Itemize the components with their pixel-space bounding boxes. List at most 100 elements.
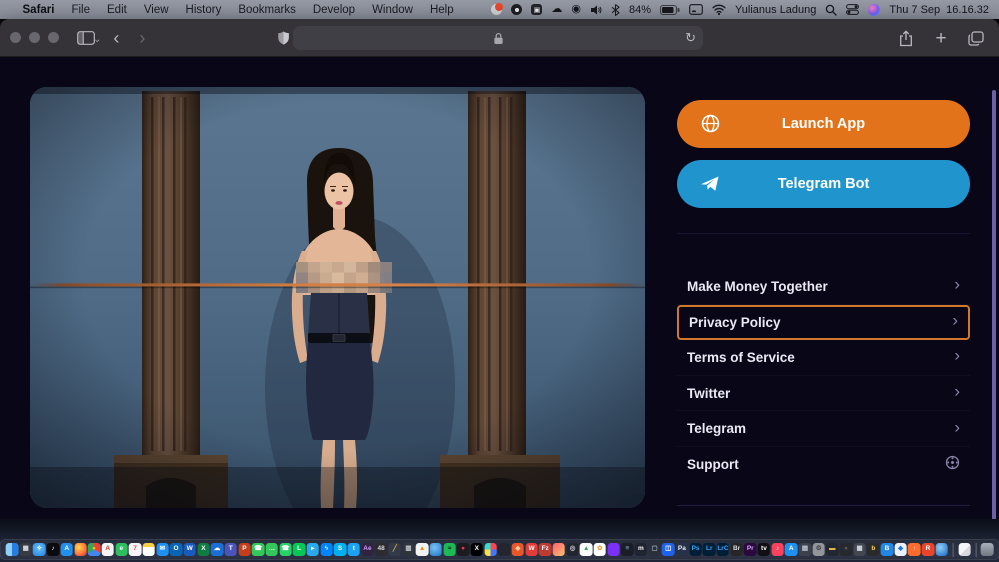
dock-icon-blue-globe[interactable] <box>430 543 442 555</box>
dock-icon-parallels[interactable]: Pa <box>676 543 688 555</box>
dock-icon-apple-music[interactable]: ♪ <box>771 543 783 555</box>
dock-icon-dark-circle[interactable]: ● <box>840 543 852 555</box>
dock-icon-finder[interactable] <box>6 543 18 555</box>
dock-icon-music-dark[interactable]: ● <box>457 543 469 555</box>
dock-icon-window-app[interactable]: ▢ <box>648 543 660 555</box>
spotlight-search-icon[interactable] <box>825 3 837 16</box>
dock-icon-archive[interactable]: ▬ <box>826 543 838 555</box>
dock-icon-midi-keys[interactable]: ▥ <box>402 543 414 555</box>
menu-item-support[interactable]: Support <box>677 447 970 483</box>
dock-icon-wps[interactable]: W <box>525 543 537 555</box>
dock-icon-excel[interactable]: X <box>197 543 209 555</box>
menu-item-twitter[interactable]: Twitter › <box>677 376 970 412</box>
dock-icon-skype[interactable]: S <box>334 543 346 555</box>
dock-icon-bridge[interactable]: Br <box>730 543 742 555</box>
menubar-item[interactable]: File <box>63 4 99 16</box>
back-button[interactable]: ‹ <box>103 25 129 51</box>
dock-icon-flame[interactable]: ◆ <box>512 543 524 555</box>
dock-icon-shield-app[interactable]: ◆ <box>894 543 906 555</box>
dock-icon-spotify[interactable]: ≈ <box>443 543 455 555</box>
minimize-window-button[interactable] <box>29 32 40 43</box>
dock-icon-r-app[interactable]: R <box>922 543 934 555</box>
dock-icon-outlook[interactable]: O <box>170 543 182 555</box>
dock-icon-word[interactable]: W <box>184 543 196 555</box>
dock-icon-obs[interactable]: ◎ <box>566 543 578 555</box>
bluetooth-icon[interactable] <box>611 3 620 16</box>
dock-icon-mattermost[interactable]: m <box>635 543 647 555</box>
dock-icon-chrome[interactable]: ● <box>88 543 100 555</box>
home-app-menu-icon[interactable]: ▣ <box>531 4 542 15</box>
dock-icon-earth-app[interactable] <box>935 543 947 555</box>
menu-item-telegram[interactable]: Telegram › <box>677 411 970 447</box>
menubar-item[interactable]: History <box>177 4 230 16</box>
dock-icon-capcut[interactable] <box>553 543 565 555</box>
screen-record-icon[interactable] <box>491 4 502 15</box>
dock-icon-telegram[interactable]: ▸ <box>307 543 319 555</box>
dock-icon-evernote[interactable]: e <box>115 543 127 555</box>
dock-icon-share-app[interactable]: ↑ <box>908 543 920 555</box>
dock-icon-after-effects[interactable]: Ae <box>361 543 373 555</box>
forward-button[interactable]: › <box>129 25 155 51</box>
dock-icon-downloads-doc[interactable] <box>958 543 970 555</box>
dock-icon-bluetooth-app[interactable]: B <box>881 543 893 555</box>
dock-icon-premiere[interactable]: Pr <box>744 543 756 555</box>
dock-icon-teams[interactable]: T <box>225 543 237 555</box>
dock-icon-messenger[interactable]: ϟ <box>320 543 332 555</box>
menubar-clock[interactable]: Thu 7 Sep 16.16.32 <box>889 4 989 16</box>
dock-icon-photoshop[interactable]: Ps <box>689 543 701 555</box>
dock-icon-acrobat[interactable]: A <box>101 543 113 555</box>
dock-icon-lightroom-classic[interactable]: LrC <box>717 543 729 555</box>
dock-icon-tiktok[interactable]: ♪ <box>47 543 59 555</box>
dock-icon-system-settings[interactable]: ⚙ <box>812 543 824 555</box>
menubar-item[interactable]: Window <box>364 4 422 16</box>
volume-icon[interactable] <box>590 3 602 16</box>
display-menu-icon[interactable] <box>689 3 703 16</box>
dock-icon-purple-app[interactable] <box>607 543 619 555</box>
cloud-sync-icon[interactable]: ☁ <box>551 3 562 16</box>
address-bar[interactable]: ↻ <box>293 26 703 50</box>
dock-icon-launchpad[interactable]: ▦ <box>19 543 31 555</box>
zoom-window-button[interactable] <box>48 32 59 43</box>
dock-icon-mail[interactable]: ✉ <box>156 543 168 555</box>
dock-icon-safari[interactable]: ✧ <box>33 543 45 555</box>
menubar-item[interactable]: Edit <box>99 4 136 16</box>
menubar-item[interactable]: View <box>135 4 177 16</box>
tab-overview-icon[interactable] <box>963 25 989 51</box>
dock-icon-stripes-app[interactable]: ≡ <box>621 543 633 555</box>
menubar-item[interactable]: Help <box>421 4 462 16</box>
dock-icon-whatsapp[interactable]: ☎ <box>279 543 291 555</box>
menu-item-make-money-together[interactable]: Make Money Together › <box>677 269 970 305</box>
new-tab-button[interactable]: + <box>928 25 954 51</box>
share-icon[interactable] <box>893 25 919 51</box>
menu-item-terms-of-service[interactable]: Terms of Service › <box>677 340 970 376</box>
dock-icon-twitter[interactable]: t <box>348 543 360 555</box>
dock-icon-homebrew[interactable]: b <box>867 543 879 555</box>
dock-icon-app-store[interactable]: A <box>60 543 72 555</box>
dock-icon-trash[interactable] <box>981 543 993 555</box>
dock-icon-grid-dark[interactable]: ▦ <box>853 543 865 555</box>
dock-icon-filezilla[interactable]: Fz <box>539 543 551 555</box>
dock-icon-line[interactable]: L <box>293 543 305 555</box>
dock-icon-firefox[interactable] <box>74 543 86 555</box>
launch-app-button[interactable]: Launch App <box>677 100 970 148</box>
dock-icon-messages[interactable]: … <box>266 543 278 555</box>
dock-icon-notes[interactable] <box>143 543 155 555</box>
dock-icon-cleanmymac[interactable]: ╱ <box>389 543 401 555</box>
dock-icon-vlc[interactable]: ▲ <box>416 543 428 555</box>
dock-icon-docker[interactable]: ◫ <box>662 543 674 555</box>
dock-icon-facetime[interactable]: ☎ <box>252 543 264 555</box>
dock-icon-onedrive[interactable]: ☁ <box>211 543 223 555</box>
menu-item-privacy-policy[interactable]: Privacy Policy › <box>677 305 970 341</box>
control-center-icon[interactable] <box>846 3 859 16</box>
adblock-menu-icon[interactable] <box>511 4 522 15</box>
dock-icon-dark-app[interactable] <box>498 543 510 555</box>
airplay-rings-icon[interactable]: ◉ <box>571 3 581 16</box>
dock-icon-text-doc[interactable]: ▤ <box>799 543 811 555</box>
dock-icon-calendar[interactable]: 7 <box>129 543 141 555</box>
sidebar-chevron-down-icon[interactable]: ⌄ <box>93 34 101 45</box>
close-window-button[interactable] <box>10 32 21 43</box>
siri-icon[interactable] <box>868 4 880 16</box>
dock-icon-photos[interactable]: ✿ <box>594 543 606 555</box>
dock-icon-app-store-alt[interactable]: A <box>785 543 797 555</box>
reload-icon[interactable]: ↻ <box>685 30 696 46</box>
